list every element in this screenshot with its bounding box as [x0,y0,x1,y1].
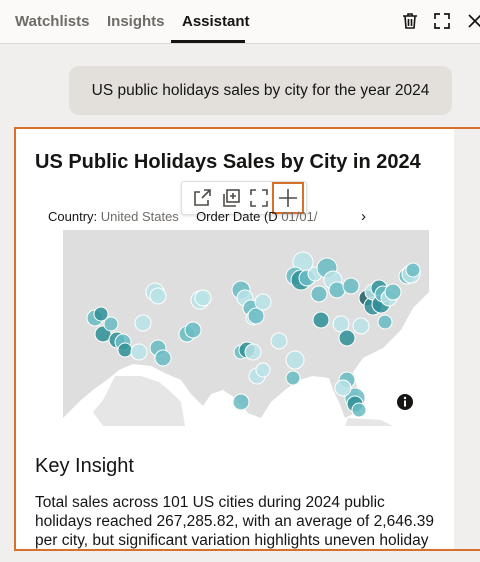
filter-bar: Country: United States Order Date (D 01/… [48,209,358,229]
filter-order-date-value: 01/01/ [281,209,318,224]
city-bubble[interactable] [194,289,212,307]
city-bubble[interactable] [232,393,250,411]
tab-watchlists[interactable]: Watchlists [15,13,89,30]
chevron-right-icon[interactable]: › [361,208,366,225]
city-bubble[interactable] [351,402,367,418]
user-message-bubble: US public holidays sales by city for the… [69,66,452,115]
city-bubble[interactable] [310,285,328,303]
city-bubble[interactable] [338,329,356,347]
city-bubble[interactable] [312,311,330,329]
panel-header: Watchlists Insights Assistant [0,0,480,44]
user-message-text: US public holidays sales by city for the… [91,81,430,99]
city-bubble[interactable] [254,293,272,311]
city-bubble[interactable] [255,362,271,378]
city-bubble[interactable] [405,262,421,278]
trash-icon[interactable] [400,11,420,31]
city-bubble[interactable] [285,350,305,370]
city-bubble[interactable] [270,332,288,350]
city-bubble[interactable] [103,316,119,332]
filter-country[interactable]: Country: United States [48,209,182,224]
active-tab-indicator [171,40,245,43]
city-bubble[interactable] [134,314,152,332]
city-bubble[interactable] [285,370,301,386]
info-icon[interactable] [396,393,414,411]
duplicate-icon[interactable] [220,187,242,209]
assistant-response-card: US Public Holidays Sales by City in 2024… [14,127,480,551]
city-bubble[interactable] [247,307,265,325]
city-bubble[interactable] [130,343,148,361]
card-overflow-area [454,129,480,549]
key-insight-text: Total sales across 101 US cities during … [35,494,434,549]
fullscreen-icon[interactable] [248,187,270,209]
filter-order-date-label: Order Date (D [196,209,278,224]
city-bubble[interactable] [184,321,202,339]
city-bubble[interactable] [352,317,370,335]
expand-icon[interactable] [432,11,452,31]
city-bubble[interactable] [328,281,346,299]
add-icon[interactable] [272,182,304,214]
filter-country-label: Country: [48,209,98,224]
tab-insights[interactable]: Insights [107,13,165,30]
city-bubble[interactable] [334,379,352,397]
visualization-title: US Public Holidays Sales by City in 2024 [35,151,421,173]
tab-assistant[interactable]: Assistant [182,13,250,30]
key-insight-heading: Key Insight [35,455,134,477]
sales-bubble-map[interactable] [63,230,429,426]
city-bubble[interactable] [149,287,167,305]
city-bubble[interactable] [342,277,360,295]
city-bubble[interactable] [117,342,133,358]
filter-country-value: United States [100,209,179,224]
export-icon[interactable] [191,187,213,209]
city-bubble[interactable] [154,349,172,367]
city-bubble[interactable] [244,343,262,361]
city-bubble[interactable] [377,314,393,330]
close-icon[interactable] [465,11,480,31]
city-bubble[interactable] [384,283,402,301]
filter-order-date[interactable]: Order Date (D 01/01/ [196,209,317,224]
